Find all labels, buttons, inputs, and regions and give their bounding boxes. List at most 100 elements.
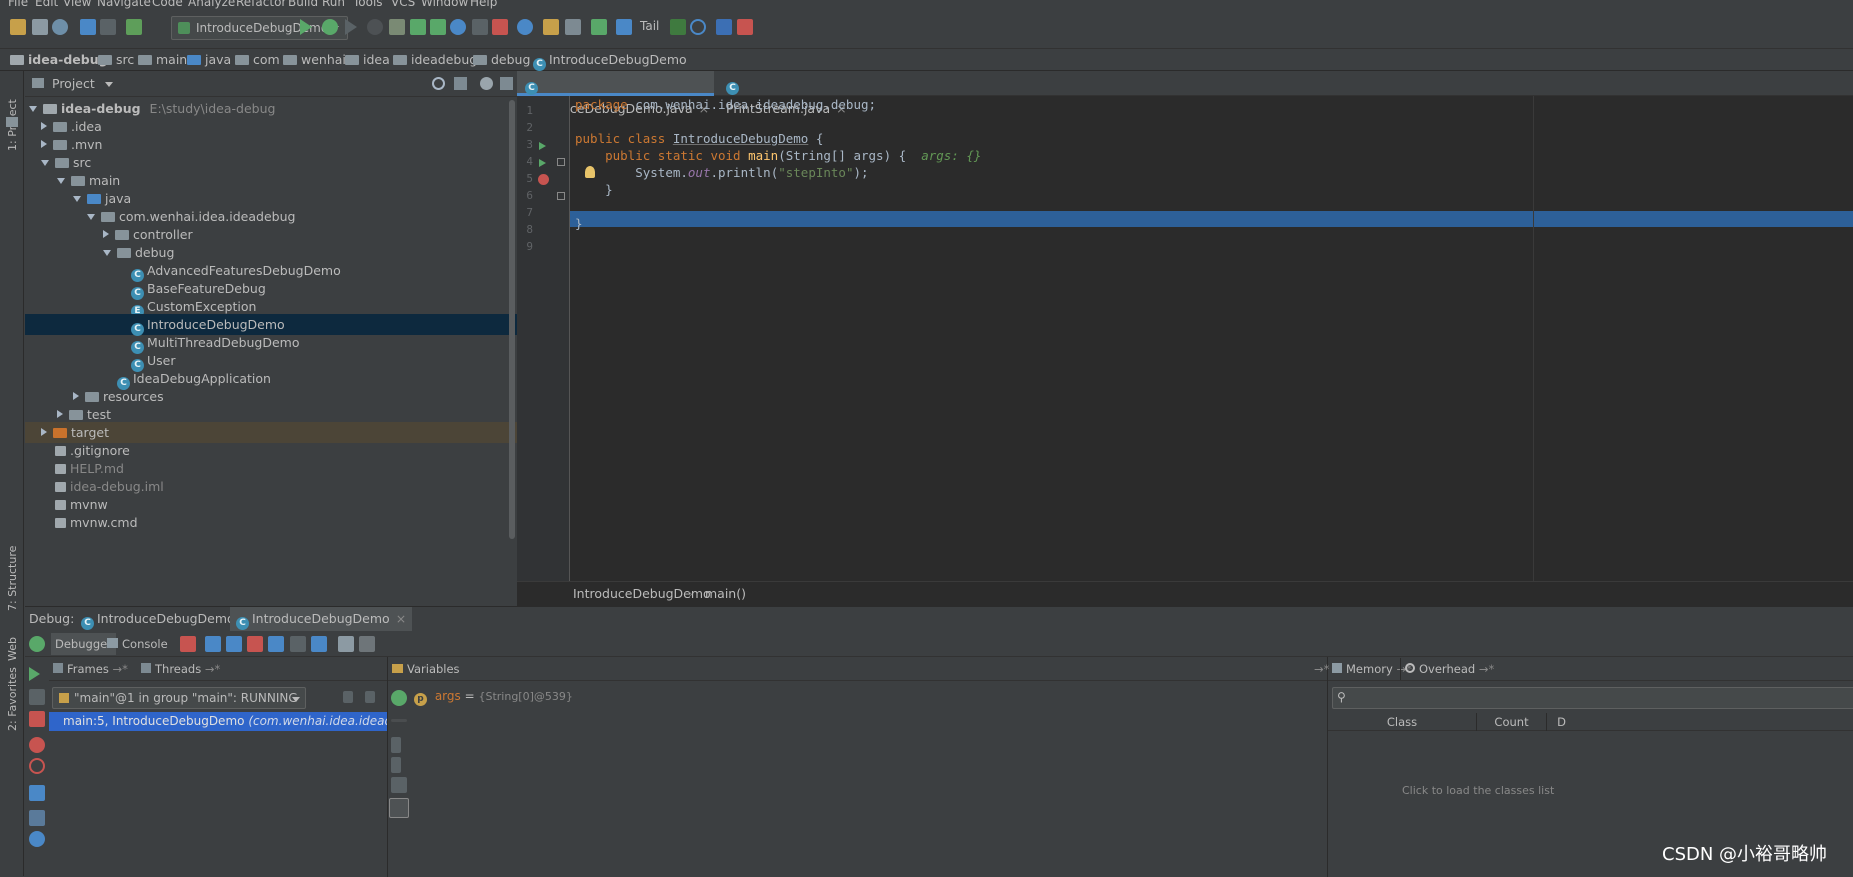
pause-icon[interactable]	[29, 689, 45, 705]
rerun-icon[interactable]	[29, 636, 45, 652]
thread-select[interactable]: "main"@1 in group "main": RUNNING	[52, 687, 306, 709]
project-scrollbar[interactable]	[509, 100, 515, 539]
column-count[interactable]: Count	[1476, 713, 1546, 731]
profile-icon[interactable]	[367, 19, 383, 35]
layout-icon[interactable]	[359, 636, 375, 652]
menu-view[interactable]: View	[63, 0, 91, 9]
stop-icon[interactable]	[492, 19, 508, 35]
run-gutter-icon[interactable]	[539, 142, 546, 150]
forward-icon[interactable]	[100, 19, 116, 35]
memory-search-input[interactable]: ⚲	[1332, 687, 1853, 709]
breadcrumb-ideadebug[interactable]: ideadebug	[393, 52, 477, 67]
frame-row[interactable]: main:5, IntroduceDebugDemo (com.wenhai.i…	[49, 712, 387, 731]
resume-icon[interactable]	[29, 667, 40, 681]
breakpoint-icon[interactable]	[538, 174, 549, 185]
back-icon[interactable]	[80, 19, 96, 35]
settings-wrench-icon[interactable]	[543, 19, 559, 35]
tab-overhead[interactable]: Overhead →*	[1400, 658, 1494, 680]
tab-introducedebugdemo[interactable]: CIntroduceDebugDemo.java ×	[517, 71, 714, 116]
debug-session-tab-1[interactable]: C IntroduceDebugDemo	[81, 607, 235, 631]
tail-label[interactable]: Tail	[640, 19, 659, 33]
show-execution-point-icon[interactable]	[180, 636, 196, 652]
menu-navigate[interactable]: Navigate	[97, 0, 151, 9]
search-everywhere-icon[interactable]	[517, 19, 533, 35]
hammer-icon[interactable]	[410, 19, 426, 35]
close-icon[interactable]: ×	[396, 611, 406, 626]
column-diff[interactable]: D	[1546, 713, 1576, 731]
run-to-cursor-icon[interactable]	[311, 636, 327, 652]
structure-tool-window-button[interactable]: 7: Structure	[6, 546, 19, 611]
breadcrumb-java[interactable]: java	[187, 52, 231, 67]
collapse-all-icon[interactable]	[454, 77, 467, 90]
breadcrumb-wenhai[interactable]: wenhai	[283, 52, 346, 67]
hide-icon[interactable]	[500, 77, 513, 90]
load-classes-hint[interactable]: Click to load the classes list	[1402, 784, 1554, 797]
breadcrumb-main[interactable]: main	[138, 52, 187, 67]
chevron-down-icon[interactable]	[105, 82, 113, 87]
favorites-tool-window-button[interactable]: 2: Favorites	[6, 667, 19, 731]
move-down-icon[interactable]	[391, 757, 401, 773]
tab-frames[interactable]: Frames →*	[53, 658, 128, 680]
copy-icon[interactable]	[391, 777, 407, 793]
down-arrow-icon[interactable]	[365, 691, 375, 703]
column-class[interactable]: Class	[1328, 713, 1476, 731]
fold-icon[interactable]	[557, 192, 565, 200]
menu-edit[interactable]: Edit	[35, 0, 58, 9]
step-over-icon[interactable]	[205, 636, 221, 652]
move-up-icon[interactable]	[391, 737, 401, 753]
editor-breadcrumb-method[interactable]: main()	[705, 586, 746, 601]
vcs-icon[interactable]	[591, 19, 607, 35]
drop-frame-icon[interactable]	[290, 636, 306, 652]
translate-icon[interactable]	[616, 19, 632, 35]
variable-args[interactable]: p args = {String[0]@539}	[414, 687, 573, 706]
project-view-select[interactable]: Project	[52, 76, 95, 91]
menu-tools[interactable]: Tools	[353, 0, 383, 9]
debug-session-tab-2[interactable]: C IntroduceDebugDemo ×	[230, 607, 413, 631]
run-with-coverage-icon[interactable]	[345, 19, 357, 35]
run-gutter-icon[interactable]	[539, 159, 546, 167]
debug-icon[interactable]	[322, 19, 338, 35]
menu-code[interactable]: Code	[152, 0, 183, 9]
update-running-icon[interactable]	[430, 19, 446, 35]
menu-file[interactable]: File	[8, 0, 28, 9]
breadcrumb-class[interactable]: C IntroduceDebugDemo	[533, 52, 687, 71]
tab-printstream[interactable]: CPrintStream.java ×	[718, 71, 847, 116]
remove-watch-icon[interactable]	[391, 719, 407, 722]
tab-console[interactable]: Console	[107, 633, 168, 655]
tree-item-mvnwcmd[interactable]: mvnw.cmd	[25, 512, 517, 533]
tab-threads[interactable]: Threads →*	[141, 658, 220, 680]
up-arrow-icon[interactable]	[343, 691, 353, 703]
build-icon[interactable]	[126, 19, 142, 35]
camera-icon[interactable]	[29, 785, 45, 801]
monitor-icon[interactable]	[670, 19, 686, 35]
coverage-icon[interactable]	[389, 19, 405, 35]
stop-icon[interactable]	[29, 711, 45, 727]
save-icon[interactable]	[32, 19, 48, 35]
locate-icon[interactable]	[432, 77, 445, 90]
watches-toggle-icon[interactable]	[389, 798, 409, 818]
open-folder-icon[interactable]	[10, 19, 26, 35]
project-structure-icon[interactable]	[565, 19, 581, 35]
breadcrumb-debug[interactable]: debug	[473, 52, 530, 67]
menu-analyze[interactable]: Analyze	[188, 0, 235, 9]
app-icon-2[interactable]	[737, 19, 753, 35]
attach-icon[interactable]	[472, 19, 488, 35]
memory-pin[interactable]: →*	[1314, 658, 1329, 680]
menu-build[interactable]: Build	[288, 0, 318, 9]
step-out-icon[interactable]	[268, 636, 284, 652]
run-icon[interactable]	[300, 19, 312, 35]
no-entry-icon[interactable]	[690, 19, 706, 35]
code-area[interactable]: package com.wenhai.idea.ideadebug.debug;…	[575, 96, 1853, 581]
mute-breakpoints-icon[interactable]	[29, 758, 45, 774]
new-watch-icon[interactable]	[391, 690, 407, 706]
force-step-into-icon[interactable]	[247, 636, 263, 652]
breadcrumb-src[interactable]: src	[98, 52, 134, 67]
menu-refactor[interactable]: Refactor	[236, 0, 286, 9]
web-tool-window-button[interactable]: Web	[6, 637, 19, 661]
tab-variables[interactable]: Variables	[392, 658, 460, 680]
restore-layout-icon[interactable]	[29, 810, 45, 826]
breadcrumb-com[interactable]: com	[235, 52, 280, 67]
settings-icon[interactable]	[29, 831, 45, 847]
breadcrumb-project[interactable]: idea-debug	[10, 52, 108, 67]
help-icon[interactable]	[450, 19, 466, 35]
